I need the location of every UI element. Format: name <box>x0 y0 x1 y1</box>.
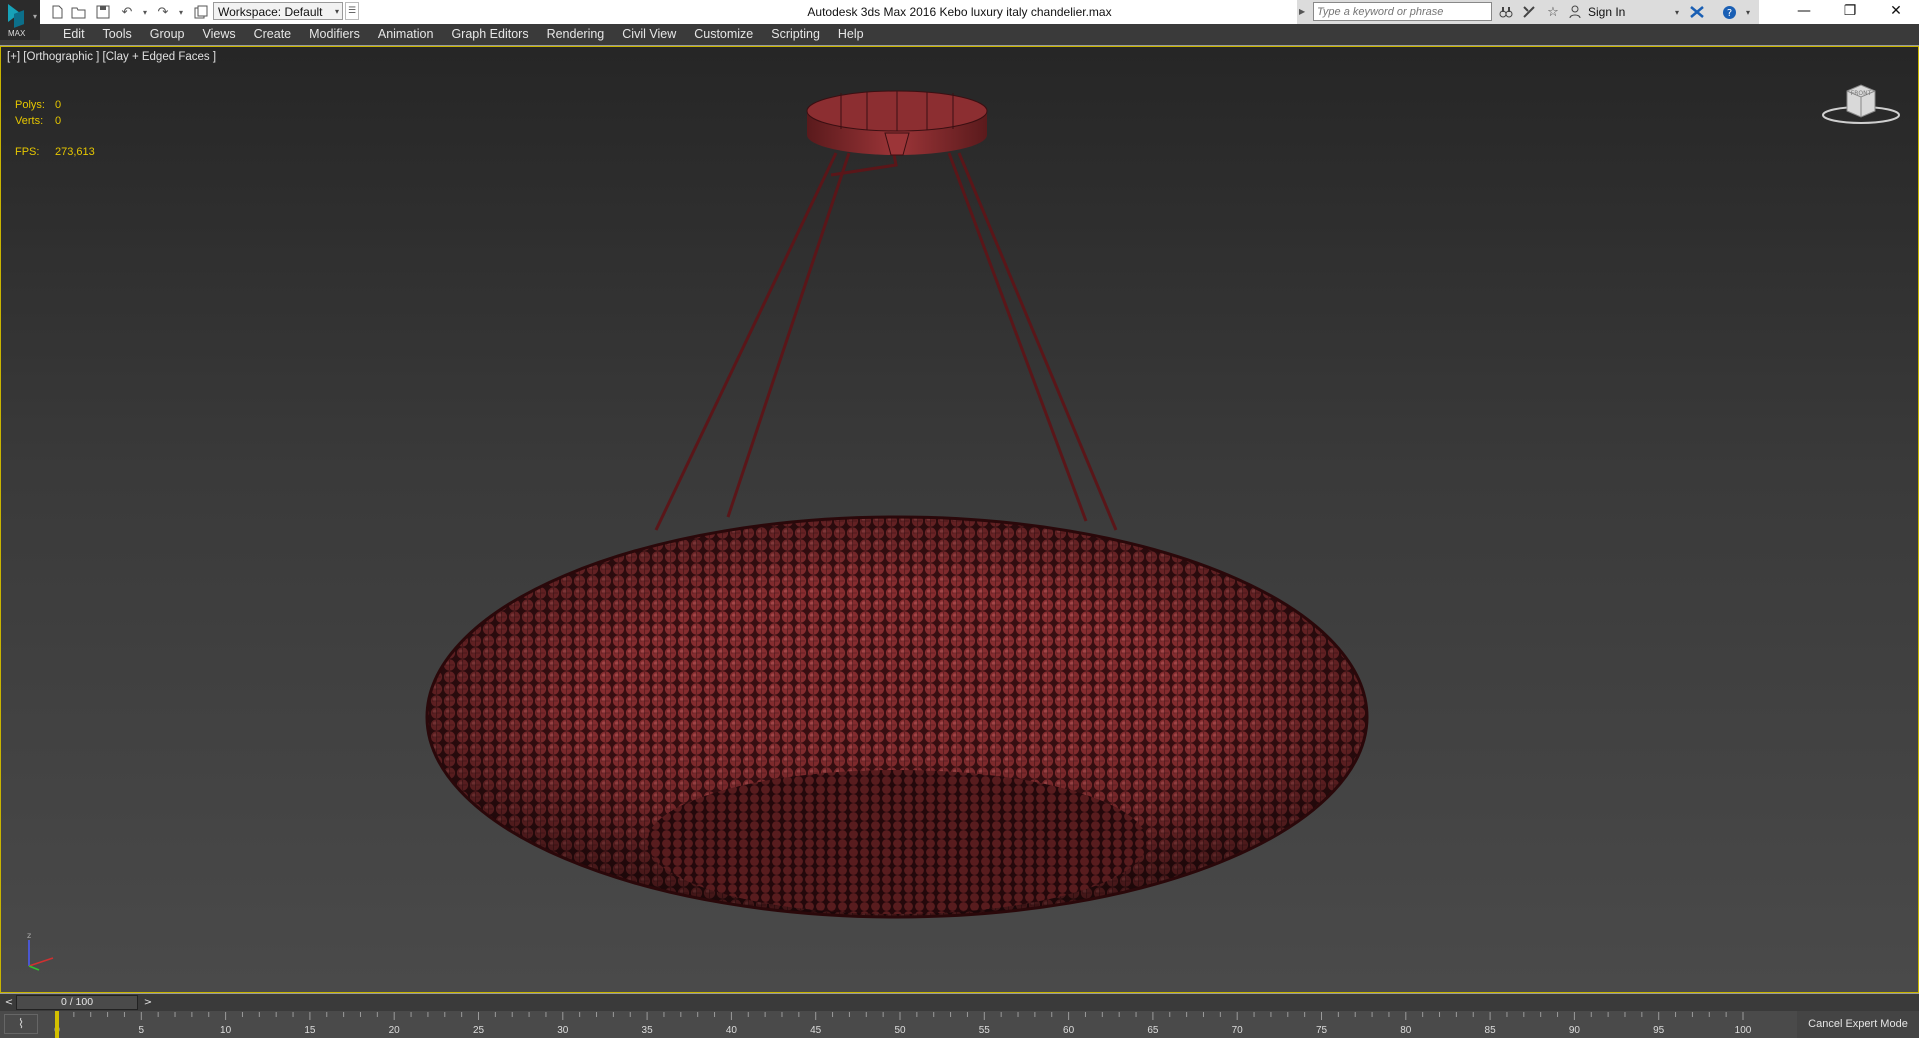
frame-tick-label: 65 <box>1147 1025 1159 1036</box>
time-slider-bar: < 0 / 100 > <box>0 993 1919 1011</box>
frame-tick-label: 100 <box>1735 1025 1752 1036</box>
menu-scripting[interactable]: Scripting <box>762 24 829 45</box>
help-icon[interactable]: ? <box>1720 3 1738 21</box>
fps-stat: FPS: 273,613 <box>15 146 95 158</box>
track-bar[interactable]: ⌇ 05101520253035404550556065707580859095… <box>0 1011 1919 1038</box>
undo-dropdown-icon[interactable]: ▾ <box>136 3 154 21</box>
restore-button[interactable]: ❐ <box>1827 0 1873 24</box>
frame-tick-label: 95 <box>1653 1025 1665 1036</box>
menu-rendering[interactable]: Rendering <box>538 24 614 45</box>
time-slider[interactable]: 0 / 100 <box>16 995 138 1010</box>
frame-tick-label: 30 <box>557 1025 569 1036</box>
frame-tick-label: 10 <box>220 1025 232 1036</box>
axis-tripod-icon: z <box>27 932 54 971</box>
menu-tools[interactable]: Tools <box>94 24 141 45</box>
menu-group[interactable]: Group <box>141 24 194 45</box>
frame-tick-label: 80 <box>1400 1025 1412 1036</box>
frame-ruler: 0510152025303540455055606570758085909510… <box>54 1011 1752 1038</box>
frame-tick-label: 35 <box>642 1025 654 1036</box>
polys-stat: Polys: 0 <box>15 99 62 111</box>
next-frame-button[interactable]: > <box>141 995 155 1010</box>
viewport-label-menu[interactable]: [+] [Orthographic ] [Clay + Edged Faces … <box>7 51 216 63</box>
crystal-bead-ring <box>425 515 1369 919</box>
application-button[interactable]: MAX ▾ <box>0 0 40 40</box>
svg-text:z: z <box>27 932 31 940</box>
chevron-down-icon: ▾ <box>33 12 38 21</box>
binoculars-icon[interactable] <box>1497 3 1515 21</box>
open-file-icon[interactable] <box>70 3 88 21</box>
menu-modifiers[interactable]: Modifiers <box>300 24 369 45</box>
redo-dropdown-icon[interactable]: ▾ <box>172 3 190 21</box>
frame-tick-label: 75 <box>1316 1025 1328 1036</box>
autodesk-exchange-icon[interactable] <box>1688 3 1706 21</box>
menu-edit[interactable]: Edit <box>54 24 94 45</box>
frame-tick-label: 5 <box>139 1025 145 1036</box>
frame-tick-label: 70 <box>1232 1025 1244 1036</box>
cancel-expert-mode-button[interactable]: Cancel Expert Mode <box>1797 1011 1919 1038</box>
menu-animation[interactable]: Animation <box>369 24 443 45</box>
project-folder-icon[interactable] <box>192 3 210 21</box>
frame-tick-label: 40 <box>726 1025 738 1036</box>
perspective-viewport[interactable]: [+] [Orthographic ] [Clay + Edged Faces … <box>0 46 1919 993</box>
current-frame-marker[interactable] <box>55 1011 59 1038</box>
workspace-dropdown[interactable]: Workspace: Default ▾ <box>213 2 343 20</box>
frame-tick-label: 15 <box>304 1025 316 1036</box>
sign-in-link[interactable]: Sign In <box>1588 0 1625 24</box>
ceiling-canopy <box>806 90 988 156</box>
frame-tick-label: 55 <box>979 1025 991 1036</box>
chandelier-model <box>425 90 1369 919</box>
save-icon[interactable] <box>94 3 112 21</box>
svg-text:?: ? <box>1726 8 1731 19</box>
suspension-cables <box>654 152 1118 531</box>
viewcube-icon[interactable]: FRONT <box>1821 77 1901 127</box>
frame-tick-label: 20 <box>389 1025 401 1036</box>
menu-graph-editors[interactable]: Graph Editors <box>442 24 537 45</box>
verts-stat: Verts: 0 <box>15 115 62 127</box>
redo-icon[interactable]: ↷ <box>154 3 172 21</box>
chevron-down-icon[interactable]: ▾ <box>1739 3 1757 21</box>
minimize-button[interactable]: — <box>1781 0 1827 24</box>
undo-icon[interactable]: ↶ <box>118 3 136 21</box>
menu-create[interactable]: Create <box>245 24 301 45</box>
frame-tick-label: 85 <box>1485 1025 1497 1036</box>
frame-tick-label: 45 <box>810 1025 822 1036</box>
frame-tick-label: 60 <box>1063 1025 1075 1036</box>
chevron-down-icon[interactable]: ▾ <box>1668 3 1686 21</box>
search-input[interactable] <box>1313 2 1492 21</box>
previous-frame-button[interactable]: < <box>2 995 16 1010</box>
quick-access-menu-button[interactable]: ☰ <box>345 2 359 20</box>
frame-tick-label: 90 <box>1569 1025 1581 1036</box>
subscription-center-icon[interactable] <box>1520 3 1538 21</box>
frame-tick-label: 50 <box>894 1025 906 1036</box>
menu-views[interactable]: Views <box>193 24 244 45</box>
collapse-arrow-icon[interactable]: ▶ <box>1299 7 1305 16</box>
chevron-down-icon: ▾ <box>334 7 339 16</box>
menu-customize[interactable]: Customize <box>685 24 762 45</box>
viewcube-face-label: FRONT <box>1851 90 1872 97</box>
close-button[interactable]: ✕ <box>1873 0 1919 24</box>
frame-tick-label: 25 <box>473 1025 485 1036</box>
menu-bar: Edit Tools Group Views Create Modifiers Animat… <box>0 24 1919 46</box>
user-icon[interactable] <box>1566 3 1584 21</box>
logo-caption: MAX <box>8 29 26 38</box>
new-file-icon[interactable] <box>48 3 66 21</box>
menu-help[interactable]: Help <box>829 24 873 45</box>
favorites-star-icon[interactable]: ☆ <box>1544 3 1562 21</box>
title-bar: MAX ▾ ↶ ▾ ↷ ▾ Workspace: Default ▾ ☰ Aut… <box>0 0 1919 40</box>
workspace-label: Workspace: Default <box>218 5 323 19</box>
menu-civil-view[interactable]: Civil View <box>613 24 685 45</box>
